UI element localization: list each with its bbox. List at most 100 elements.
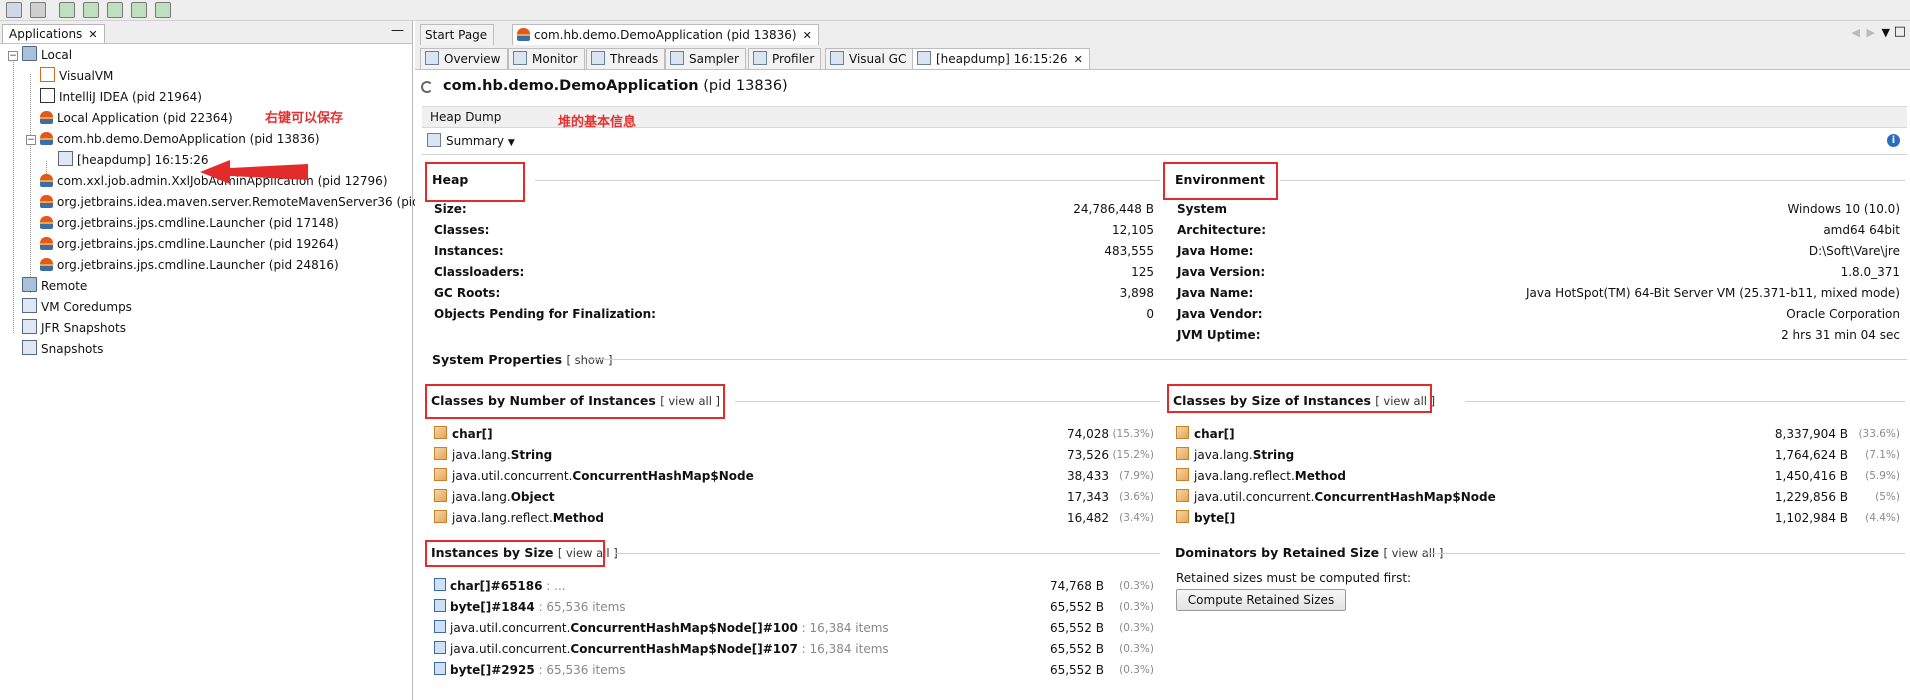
tab-demo-app[interactable]: com.hb.demo.DemoApplication (pid 13836) ✕ xyxy=(512,24,819,45)
tab-applications[interactable]: Applications ✕ xyxy=(2,24,105,43)
tree-node-jfr[interactable]: JFR Snapshots xyxy=(22,318,126,338)
save-icon[interactable] xyxy=(30,2,46,18)
highlight-box xyxy=(425,162,525,202)
tab-list-icon[interactable]: ▼ xyxy=(1882,26,1890,39)
class-name: char[]#65186 xyxy=(450,579,543,593)
class-row[interactable]: java.lang.String xyxy=(1176,447,1294,464)
tab-start-page[interactable]: Start Page xyxy=(420,24,495,45)
expand-toggle[interactable]: − xyxy=(26,135,36,145)
class-row[interactable]: java.lang.String xyxy=(434,447,552,464)
tree-node-launcher[interactable]: org.jetbrains.jps.cmdline.Launcher (pid … xyxy=(40,255,339,275)
heap-field-label: Instances: xyxy=(434,244,504,258)
minimize-icon[interactable]: — xyxy=(391,23,404,38)
class-percent: (3.4%) xyxy=(1119,512,1154,524)
open-icon[interactable] xyxy=(6,2,22,18)
scroll-right-icon[interactable]: ▶ xyxy=(1867,26,1875,39)
env-field-value: Oracle Corporation xyxy=(1786,307,1900,321)
scroll-left-icon[interactable]: ◀ xyxy=(1852,26,1860,39)
class-package: java.lang. xyxy=(452,490,511,504)
jfr-icon xyxy=(22,319,37,334)
tab-visual-gc[interactable]: Visual GC xyxy=(825,48,914,69)
tab-label: Threads xyxy=(610,52,659,66)
tree-node-maven[interactable]: org.jetbrains.idea.maven.server.RemoteMa… xyxy=(40,192,420,212)
expand-toggle[interactable]: − xyxy=(8,51,18,61)
tab-label: Profiler xyxy=(772,52,815,66)
tab-heapdump[interactable]: [heapdump] 16:15:26 ✕ xyxy=(912,48,1090,69)
class-icon xyxy=(1176,468,1189,481)
class-name: byte[]#1844 xyxy=(450,600,535,614)
tree-node-intellij[interactable]: IntelliJ IDEA (pid 21964) xyxy=(40,87,202,107)
class-package: java.lang.reflect. xyxy=(1194,469,1295,483)
close-icon[interactable]: ✕ xyxy=(88,28,97,41)
tree-node-local-app[interactable]: Local Application (pid 22364) xyxy=(40,108,233,128)
summary-dropdown[interactable]: Summary ▼ xyxy=(427,133,515,148)
class-row[interactable]: char[]#65186 : ... xyxy=(434,578,566,595)
class-name: Method xyxy=(1294,469,1346,483)
tree-node-visualvm[interactable]: VisualVM xyxy=(40,66,113,86)
divider xyxy=(422,154,1907,155)
thread-dump-icon[interactable] xyxy=(131,2,147,18)
highlight-box xyxy=(425,384,725,419)
class-count: 1,450,416 B xyxy=(1774,469,1848,483)
tree-node-remote[interactable]: Remote xyxy=(22,276,87,296)
app-pid: (pid 13836) xyxy=(703,78,788,94)
heap-field-value: 3,898 xyxy=(1119,286,1154,300)
show-link[interactable]: [ show ] xyxy=(566,353,612,367)
tab-overview[interactable]: Overview xyxy=(420,48,508,69)
tab-sampler[interactable]: Sampler xyxy=(665,48,746,69)
class-count: 73,526 xyxy=(1067,448,1109,462)
remote-icon xyxy=(22,277,37,292)
class-package: java.lang. xyxy=(452,448,511,462)
tree-node-launcher[interactable]: org.jetbrains.jps.cmdline.Launcher (pid … xyxy=(40,234,339,254)
tree-label: Snapshots xyxy=(41,342,104,356)
info-icon[interactable]: i xyxy=(1887,134,1900,147)
instance-icon xyxy=(434,641,446,654)
tree-node-launcher[interactable]: org.jetbrains.jps.cmdline.Launcher (pid … xyxy=(40,213,339,233)
class-row[interactable]: java.util.concurrent.ConcurrentHashMap$N… xyxy=(1176,489,1496,506)
tree-node-coredumps[interactable]: VM Coredumps xyxy=(22,297,132,317)
tab-monitor[interactable]: Monitor xyxy=(508,48,585,69)
tab-label: Start Page xyxy=(425,28,488,42)
class-row[interactable]: char[] xyxy=(1176,426,1235,443)
class-row[interactable]: java.util.concurrent.ConcurrentHashMap$N… xyxy=(434,641,889,658)
class-count: 74,028 xyxy=(1067,427,1109,441)
heap-field-label: Objects Pending for Finalization: xyxy=(434,307,656,321)
close-icon[interactable]: ✕ xyxy=(1074,53,1083,66)
tree-node-snapshots[interactable]: Snapshots xyxy=(22,339,103,359)
tab-threads[interactable]: Threads xyxy=(586,48,666,69)
class-count: 65,552 B xyxy=(1049,621,1104,635)
save-annotation: 右键可以保存 xyxy=(265,111,344,126)
class-percent: (0.3%) xyxy=(1119,622,1154,634)
class-percent: (0.3%) xyxy=(1119,643,1154,655)
visualvm-icon xyxy=(40,67,55,82)
class-name: Method xyxy=(552,511,604,525)
java-icon xyxy=(40,258,53,271)
class-row[interactable]: java.lang.Object xyxy=(434,489,555,506)
class-row[interactable]: byte[]#2925 : 65,536 items xyxy=(434,662,626,679)
maximize-icon[interactable]: □ xyxy=(1894,24,1906,39)
close-icon[interactable]: ✕ xyxy=(803,29,812,42)
dominators-note: Retained sizes must be computed first: xyxy=(1176,571,1412,585)
overview-icon xyxy=(425,51,439,65)
class-package: java.util.concurrent. xyxy=(1194,490,1315,504)
heap-dump-icon[interactable] xyxy=(107,2,123,18)
compute-retained-sizes-button[interactable]: Compute Retained Sizes xyxy=(1176,589,1346,611)
snapshot-icon[interactable] xyxy=(155,2,171,18)
instance-detail: : 65,536 items xyxy=(534,663,626,677)
add-host-icon[interactable] xyxy=(83,2,99,18)
monitor-icon xyxy=(513,51,527,65)
tree-node-heapdump[interactable]: [heapdump] 16:15:26 xyxy=(58,150,209,170)
tree-node-demo-app[interactable]: com.hb.demo.DemoApplication (pid 13836) xyxy=(40,129,320,149)
class-row[interactable]: java.lang.reflect.Method xyxy=(1176,468,1346,485)
class-row[interactable]: java.lang.reflect.Method xyxy=(434,510,604,527)
class-row[interactable]: java.util.concurrent.ConcurrentHashMap$N… xyxy=(434,620,889,637)
class-row[interactable]: byte[] xyxy=(1176,510,1235,527)
class-icon xyxy=(1176,426,1189,439)
class-row[interactable]: char[] xyxy=(434,426,493,443)
add-jmx-icon[interactable] xyxy=(59,2,75,18)
class-row[interactable]: byte[]#1844 : 65,536 items xyxy=(434,599,626,616)
loading-icon xyxy=(421,81,433,93)
class-row[interactable]: java.util.concurrent.ConcurrentHashMap$N… xyxy=(434,468,754,485)
tab-profiler[interactable]: Profiler xyxy=(748,48,822,69)
tree-node-local[interactable]: Local xyxy=(22,45,72,65)
